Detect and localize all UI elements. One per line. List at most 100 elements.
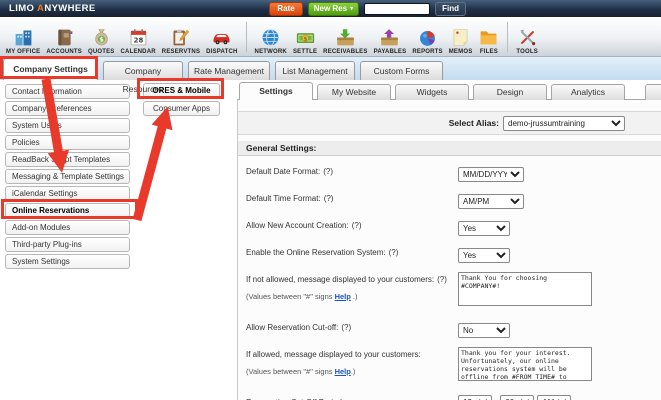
general-settings-header: General Settings:	[238, 141, 661, 156]
settings-panel: Select Alias: demo-jrussumtraining Gener…	[237, 99, 661, 400]
toolbar-item-files[interactable]: FILES	[475, 19, 502, 55]
help-question-icon[interactable]: (?)	[341, 323, 351, 332]
toolbar-item-reports[interactable]: REPORTS	[409, 19, 445, 55]
allow-reservation-cutoff-select[interactable]: No	[458, 323, 510, 338]
help-question-icon[interactable]: (?)	[323, 167, 333, 176]
toolbar-label: REPORTS	[412, 48, 443, 55]
help-question-icon[interactable]: (?)	[324, 194, 334, 203]
toolbar-item-dispatch[interactable]: DISPATCH	[203, 19, 240, 55]
tab-design[interactable]: Design	[473, 84, 547, 100]
field-sublabel-end: .)	[350, 367, 356, 376]
toolbar-label: FILES	[479, 48, 498, 55]
tab-custom-forms[interactable]: Custom Forms	[360, 61, 443, 80]
rate-button[interactable]: Rate	[269, 1, 303, 16]
svg-text:$: $	[99, 35, 104, 43]
help-question-icon[interactable]: (?)	[389, 248, 399, 257]
limo-anywhere-logo: LIMO ANYWHERE	[9, 3, 96, 14]
help-question-icon[interactable]: (?)	[352, 221, 362, 230]
tab-partial[interactable]	[645, 84, 661, 100]
field-default-time-format: Default Time Format: (?) AM/PM	[246, 191, 661, 209]
toolbar-item-tools[interactable]: TOOLS	[513, 19, 541, 55]
topbar-actions: Rate New Res ▾ Find	[269, 1, 466, 16]
toolbar-item-calendar[interactable]: 28 CALENDAR	[118, 19, 159, 55]
field-label: Default Date Format:	[246, 167, 321, 176]
toolbar-divider	[507, 21, 509, 52]
tab-rate-management[interactable]: Rate Management	[188, 61, 270, 80]
help-link[interactable]: Help	[335, 367, 351, 376]
tab-company-settings[interactable]: Company Settings	[3, 58, 98, 80]
default-time-format-select[interactable]: AM/PM	[458, 194, 524, 209]
svg-text:$: $	[303, 36, 307, 42]
allowed-message-textarea[interactable]: Thank you for your interest. Unfortunate…	[458, 347, 592, 381]
sidebar-item-policies[interactable]: Policies	[5, 135, 130, 150]
toolbar-item-settle[interactable]: $ SETTLE	[290, 19, 320, 55]
sticky-note-icon	[453, 28, 468, 46]
find-button[interactable]: Find	[435, 1, 466, 16]
tab-analytics[interactable]: Analytics	[551, 84, 625, 100]
sidebar-item-add-on-modules[interactable]: Add-on Modules	[5, 220, 130, 235]
help-link[interactable]: Help	[335, 292, 351, 301]
pie-chart-icon	[420, 30, 435, 46]
tab-list-management[interactable]: List Management	[275, 61, 355, 80]
field-not-allowed-message: If not allowed, message displayed to you…	[246, 272, 661, 311]
tab-my-website[interactable]: My Website	[317, 84, 391, 100]
cash-icon: $	[296, 32, 314, 43]
toolbar-label: QUOTES	[87, 48, 115, 55]
toolbar-item-reservtns[interactable]: RESERVTNS	[159, 19, 203, 55]
enable-online-reservation-select[interactable]: Yes	[458, 248, 510, 263]
not-allowed-message-textarea[interactable]: Thank You for choosing #COMPANY#!	[458, 272, 592, 306]
toolbar-label: CALENDAR	[120, 48, 156, 55]
tab-settings[interactable]: Settings	[239, 82, 313, 100]
toolbar-label: ACCOUNTS	[46, 48, 82, 55]
clipboard-pencil-icon	[173, 29, 190, 45]
sidebar-item-company-preferences[interactable]: Company Preferences	[5, 101, 130, 116]
allow-new-account-creation-select[interactable]: Yes	[458, 221, 510, 236]
settings-sidebar: Contact Information Company Preferences …	[5, 84, 130, 271]
field-reservation-cutoff-period: Reservation Cut-Off Period: 12 : 00 AM	[246, 395, 661, 400]
toolbar-item-receivables[interactable]: RECEIVABLES	[320, 19, 370, 55]
select-alias-row: Select Alias: demo-jrussumtraining	[238, 111, 661, 135]
toolbar-label: MY OFFICE	[6, 48, 41, 55]
search-input[interactable]	[364, 2, 431, 15]
sidebar-item-third-party-plug-ins[interactable]: Third-party Plug-ins	[5, 237, 130, 252]
new-res-button[interactable]: New Res ▾	[307, 1, 360, 16]
toolbar-label: MEMOS	[448, 48, 473, 55]
field-label: Allow New Account Creation:	[246, 221, 349, 230]
sidebar-item-system-settings[interactable]: System Settings	[5, 254, 130, 269]
field-sublabel: (Values between "#" signs	[246, 292, 335, 301]
sidebar-item-contact-information[interactable]: Contact Information	[5, 84, 130, 99]
select-alias-label: Select Alias:	[448, 118, 499, 128]
tab-widgets[interactable]: Widgets	[395, 84, 469, 100]
inbox-arrow-up-icon	[381, 28, 399, 45]
toolbar-item-network[interactable]: NETWORK	[252, 19, 290, 55]
sidebar-item-system-users[interactable]: System Users	[5, 118, 130, 133]
cutoff-minute-select[interactable]: 00	[500, 395, 535, 400]
field-allow-reservation-cutoff: Allow Reservation Cut-off: (?) No	[246, 320, 661, 338]
field-allowed-message: If allowed, message displayed to your cu…	[246, 347, 661, 386]
sidebar-item-icalendar-settings[interactable]: iCalendar Settings	[5, 186, 130, 201]
sidebar-item-online-reservations[interactable]: Online Reservations	[5, 203, 130, 218]
sidebar-item-readback-script-templates[interactable]: ReadBack Script Templates	[5, 152, 130, 167]
cutoff-hour-select[interactable]: 12	[458, 395, 492, 400]
toolbar-item-quotes[interactable]: $ QUOTES	[85, 19, 118, 55]
help-question-icon[interactable]: (?)	[437, 275, 447, 284]
toolbar-label: RESERVTNS	[161, 48, 201, 55]
sidebar-item-messaging-template-settings[interactable]: Messaging & Template Settings	[5, 169, 130, 184]
cutoff-ampm-select[interactable]: AM	[537, 395, 572, 400]
toolbar-item-accounts[interactable]: ACCOUNTS	[43, 19, 85, 55]
office-buildings-icon	[15, 30, 32, 45]
tab-company-resources[interactable]: Company Resources	[103, 61, 183, 94]
car-icon	[213, 33, 230, 44]
toolbar-label: DISPATCH	[206, 48, 238, 55]
toolbar-item-payables[interactable]: PAYABLES	[371, 19, 410, 55]
submenu-item-consumer-apps[interactable]: Consumer Apps	[143, 101, 220, 116]
annotation-arrow-up	[132, 106, 173, 222]
address-book-icon	[58, 29, 73, 45]
toolbar-item-my-office[interactable]: MY OFFICE	[3, 19, 43, 55]
toolbar-item-memos[interactable]: MEMOS	[446, 19, 476, 55]
main-icon-toolbar: MY OFFICE ACCOUNTS $ QUOTES 28 CALENDAR	[0, 17, 661, 57]
field-enable-online-reservation-system: Enable the Online Reservation System: (?)…	[246, 245, 661, 263]
select-alias-dropdown[interactable]: demo-jrussumtraining	[503, 115, 625, 131]
folder-icon	[481, 30, 497, 44]
default-date-format-select[interactable]: MM/DD/YYYY	[458, 167, 524, 182]
